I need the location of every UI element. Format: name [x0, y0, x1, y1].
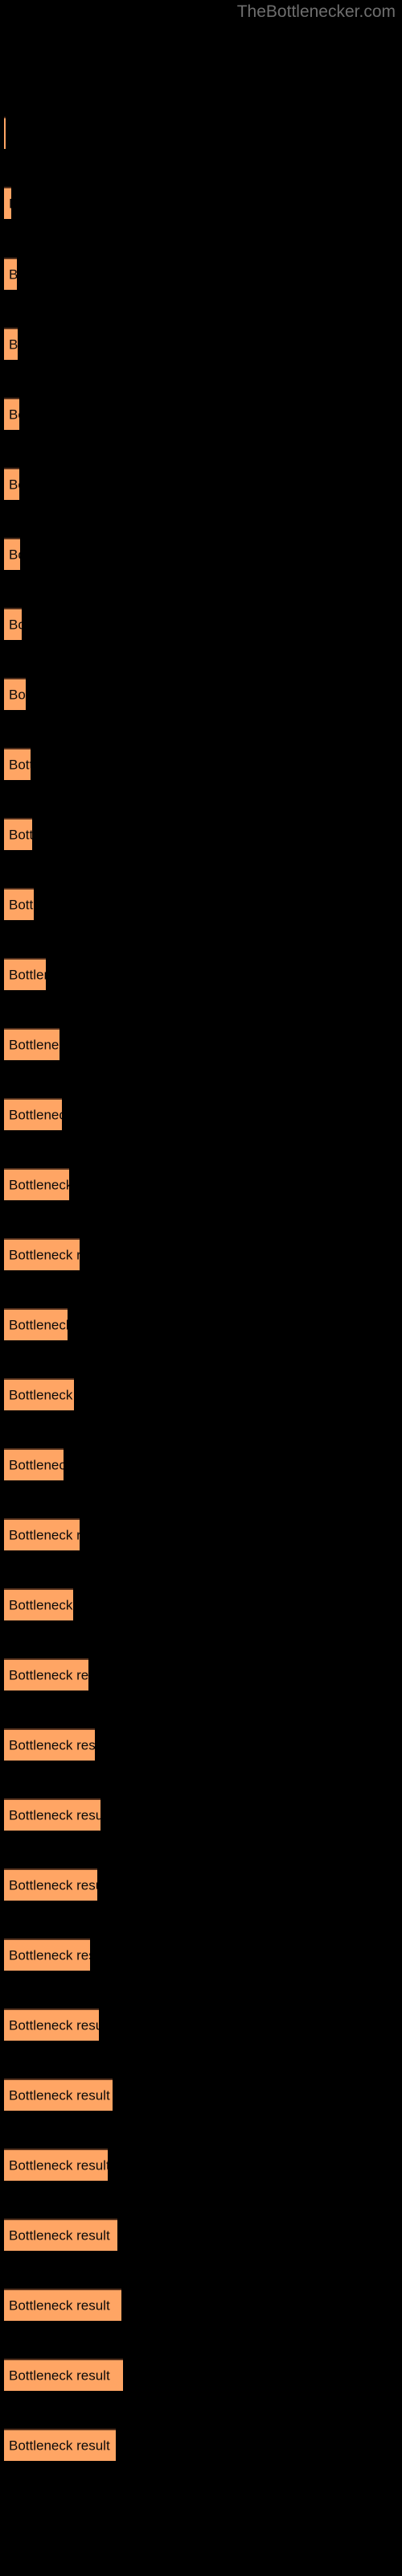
bar[interactable]: Bottleneck result: [4, 1238, 80, 1270]
bar[interactable]: Bottleneck result: [4, 2079, 113, 2111]
bar[interactable]: Bottleneck result: [4, 1868, 97, 1901]
bar[interactable]: Bottleneck result: [4, 468, 19, 500]
bar-label: Bottleneck result: [9, 1807, 100, 1823]
bar-label: Bottleneck result: [9, 967, 46, 983]
bar-label: Bottleneck result: [9, 827, 32, 843]
bar[interactable]: Bottleneck result: [4, 398, 19, 430]
bar-label: Bottleneck result: [9, 1037, 59, 1053]
bar-label: Bottleneck result: [9, 2368, 110, 2384]
bar-label: Bottleneck result: [9, 1527, 80, 1543]
bar-label: Bottleneck result: [9, 197, 11, 211]
bar[interactable]: Bottleneck result: [4, 2359, 123, 2391]
bar[interactable]: Bottleneck result: [4, 958, 46, 990]
bar[interactable]: Bottleneck result: [4, 818, 32, 850]
bar[interactable]: Bottleneck result: [4, 1098, 62, 1130]
bar[interactable]: Bottleneck result: [4, 1798, 100, 1831]
bar-label: Bottleneck result: [9, 897, 34, 913]
bar-label: Bottleneck result: [9, 477, 19, 493]
bar[interactable]: Bottleneck result: [4, 1028, 59, 1060]
bar-label: Bottleneck result: [9, 547, 20, 563]
bar-label: Bottleneck result: [9, 687, 26, 703]
bar[interactable]: Bottleneck result: [4, 1588, 73, 1620]
bar-label: Bottleneck result: [9, 1107, 62, 1123]
site-title: TheBottlenecker.com: [236, 2, 396, 21]
bar-label: Bottleneck result: [9, 1597, 73, 1613]
bar-label: Bottleneck result: [9, 2297, 110, 2314]
bar[interactable]: Bottleneck result: [4, 2149, 108, 2181]
bar[interactable]: Bottleneck result: [4, 2429, 116, 2461]
bar[interactable]: Bottleneck result: [4, 258, 17, 290]
bar-label: Bottleneck result: [9, 1387, 74, 1403]
bar[interactable]: Bottleneck result: [4, 1938, 90, 1971]
bar-label: Bottleneck result: [9, 1947, 90, 1963]
bar[interactable]: Bottleneck result: [4, 1378, 74, 1410]
bar-label: Bottleneck result: [9, 1317, 68, 1333]
bar[interactable]: Bottleneck result: [4, 187, 11, 219]
bar-label: Bottleneck result: [9, 268, 17, 282]
bar[interactable]: Bottleneck result: [4, 888, 34, 920]
bar[interactable]: Bottleneck result: [4, 2219, 117, 2251]
bar[interactable]: Bottleneck result: [4, 538, 20, 570]
bar[interactable]: Bottleneck result: [4, 608, 22, 640]
bar[interactable]: Bottleneck result: [4, 748, 31, 780]
bar-label: Bottleneck result: [9, 2017, 99, 2033]
bar[interactable]: Bottleneck result: [4, 1658, 88, 1690]
bar-label: Bottleneck result: [9, 407, 19, 423]
bar-label: Bottleneck result: [9, 1737, 95, 1753]
bar-label: Bottleneck result: [9, 1457, 64, 1473]
bar[interactable]: Bottleneck result: [4, 117, 6, 149]
bar-label: Bottleneck result: [9, 1177, 69, 1193]
bar[interactable]: Bottleneck result: [4, 1168, 69, 1200]
bar[interactable]: Bottleneck result: [4, 2289, 121, 2321]
bar-label: Bottleneck result: [9, 1877, 97, 1893]
bar[interactable]: Bottleneck result: [4, 1728, 95, 1761]
bottleneck-bar-chart: Bottleneck result Bottleneck result Bottle…: [0, 48, 402, 2576]
bar[interactable]: Bottleneck result: [4, 1448, 64, 1480]
bar-label: Bottleneck result: [9, 2438, 110, 2454]
bar-label: Bottleneck result: [9, 2087, 110, 2103]
bar-label: Bottleneck result: [9, 617, 22, 633]
bar-label: Bottleneck result: [9, 1667, 88, 1683]
bar-label: Bottleneck result: [9, 757, 31, 773]
bar-label: Bottleneck result: [9, 1247, 80, 1263]
bar-label: Bottleneck result: [9, 336, 18, 353]
bar[interactable]: Bottleneck result: [4, 1308, 68, 1340]
bar[interactable]: Bottleneck result: [4, 678, 26, 710]
bar-label: Bottleneck result: [9, 2227, 110, 2244]
bar[interactable]: Bottleneck result: [4, 328, 18, 360]
bar[interactable]: Bottleneck result: [4, 2008, 99, 2041]
bar-label: Bottleneck result: [9, 2157, 108, 2174]
bar[interactable]: Bottleneck result: [4, 1518, 80, 1550]
